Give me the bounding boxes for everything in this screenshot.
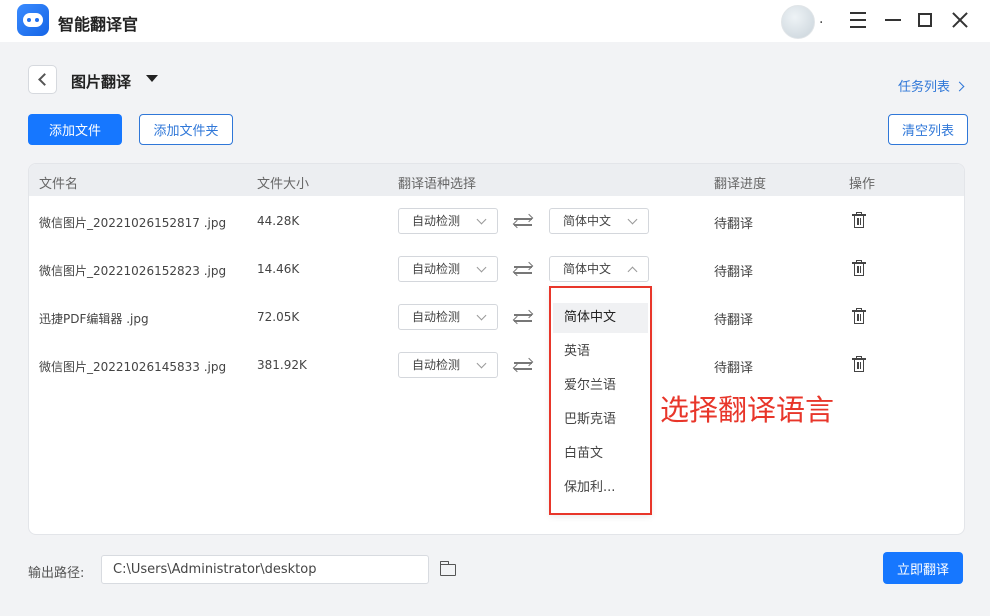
status-text: 待翻译 <box>714 265 754 280</box>
avatar-menu-dot: . <box>819 11 824 27</box>
table-row: 微信图片_20221026152817 .jpg 44.28K 自动检测 简体中… <box>29 197 964 245</box>
col-filename: 文件名 <box>39 177 79 192</box>
col-actions: 操作 <box>849 177 876 192</box>
translate-now-button[interactable]: 立即翻译 <box>883 552 963 584</box>
source-language-select[interactable]: 自动检测 <box>398 304 498 330</box>
trash-icon[interactable] <box>852 356 866 373</box>
table-row: 迅捷PDF编辑器 .jpg 72.05K 自动检测 待翻译 <box>29 293 964 341</box>
chevron-down-icon <box>476 214 487 225</box>
output-path-label: 输出路径: <box>28 566 85 581</box>
source-language-value: 自动检测 <box>412 214 461 228</box>
minimize-icon[interactable] <box>882 9 904 31</box>
file-size: 381.92K <box>257 358 307 372</box>
language-option[interactable]: 巴斯克语 <box>553 405 648 435</box>
avatar[interactable] <box>781 5 815 39</box>
file-table: 文件名 文件大小 翻译语种选择 翻译进度 操作 微信图片_20221026152… <box>28 163 965 535</box>
folder-icon[interactable] <box>440 561 456 576</box>
source-language-value: 自动检测 <box>412 310 461 324</box>
source-language-select[interactable]: 自动检测 <box>398 256 498 282</box>
chevron-right-icon <box>954 81 965 92</box>
col-progress: 翻译进度 <box>714 177 767 192</box>
target-language-select[interactable]: 简体中文 <box>549 208 649 234</box>
maximize-icon[interactable] <box>914 9 936 31</box>
chevron-down-icon <box>476 358 487 369</box>
status-text: 待翻译 <box>714 361 754 376</box>
table-row: 微信图片_20221026145833 .jpg 381.92K 自动检测 待翻… <box>29 341 964 389</box>
caret-down-icon[interactable] <box>146 75 158 82</box>
target-language-value: 简体中文 <box>563 214 612 228</box>
annotation-label: 选择翻译语言 <box>660 393 835 427</box>
language-option[interactable]: 简体中文 <box>553 303 648 333</box>
file-size: 72.05K <box>257 310 300 324</box>
source-language-select[interactable]: 自动检测 <box>398 352 498 378</box>
source-language-value: 自动检测 <box>412 358 461 372</box>
file-name: 微信图片_20221026152823 .jpg <box>39 264 227 278</box>
app-title: 智能翻译官 <box>58 15 139 34</box>
chevron-down-icon <box>476 310 487 321</box>
table-row: 微信图片_20221026152823 .jpg 14.46K 自动检测 简体中… <box>29 245 964 293</box>
swap-icon[interactable] <box>514 262 532 276</box>
target-language-value: 简体中文 <box>563 262 612 276</box>
add-file-button[interactable]: 添加文件 <box>28 114 122 145</box>
swap-icon[interactable] <box>514 214 532 228</box>
language-option[interactable]: 白苗文 <box>553 439 648 469</box>
table-header: 文件名 文件大小 翻译语种选择 翻译进度 操作 <box>29 164 964 196</box>
source-language-select[interactable]: 自动检测 <box>398 208 498 234</box>
status-text: 待翻译 <box>714 313 754 328</box>
add-folder-button[interactable]: 添加文件夹 <box>139 114 233 145</box>
status-text: 待翻译 <box>714 217 754 232</box>
app-logo-icon <box>17 4 49 36</box>
target-language-dropdown: 简体中文 英语 爱尔兰语 巴斯克语 白苗文 保加利... <box>549 286 652 515</box>
chevron-up-icon <box>627 266 638 277</box>
swap-icon[interactable] <box>514 358 532 372</box>
clear-list-button[interactable]: 清空列表 <box>888 114 968 145</box>
back-button[interactable] <box>28 65 57 94</box>
chevron-left-icon <box>38 73 51 86</box>
menu-icon[interactable] <box>847 9 869 31</box>
file-size: 44.28K <box>257 214 300 228</box>
col-filesize: 文件大小 <box>257 177 310 192</box>
trash-icon[interactable] <box>852 260 866 277</box>
source-language-value: 自动检测 <box>412 262 461 276</box>
chevron-down-icon <box>476 262 487 273</box>
page-title[interactable]: 图片翻译 <box>71 71 131 92</box>
col-language: 翻译语种选择 <box>398 177 477 192</box>
chevron-down-icon <box>627 214 638 225</box>
language-option[interactable]: 保加利... <box>553 473 648 503</box>
task-list-label: 任务列表 <box>898 80 951 95</box>
file-size: 14.46K <box>257 262 300 276</box>
task-list-link[interactable]: 任务列表 <box>898 76 965 95</box>
language-option[interactable]: 爱尔兰语 <box>553 371 648 401</box>
swap-icon[interactable] <box>514 310 532 324</box>
trash-icon[interactable] <box>852 212 866 229</box>
output-path-field[interactable]: C:\Users\Administrator\desktop <box>101 555 429 584</box>
target-language-select[interactable]: 简体中文 <box>549 256 649 282</box>
file-name: 迅捷PDF编辑器 .jpg <box>39 312 149 326</box>
file-name: 微信图片_20221026145833 .jpg <box>39 360 227 374</box>
title-bar: 智能翻译官 . <box>0 0 990 42</box>
trash-icon[interactable] <box>852 308 866 325</box>
file-name: 微信图片_20221026152817 .jpg <box>39 216 227 230</box>
close-icon[interactable] <box>949 9 971 31</box>
language-option[interactable]: 英语 <box>553 337 648 367</box>
